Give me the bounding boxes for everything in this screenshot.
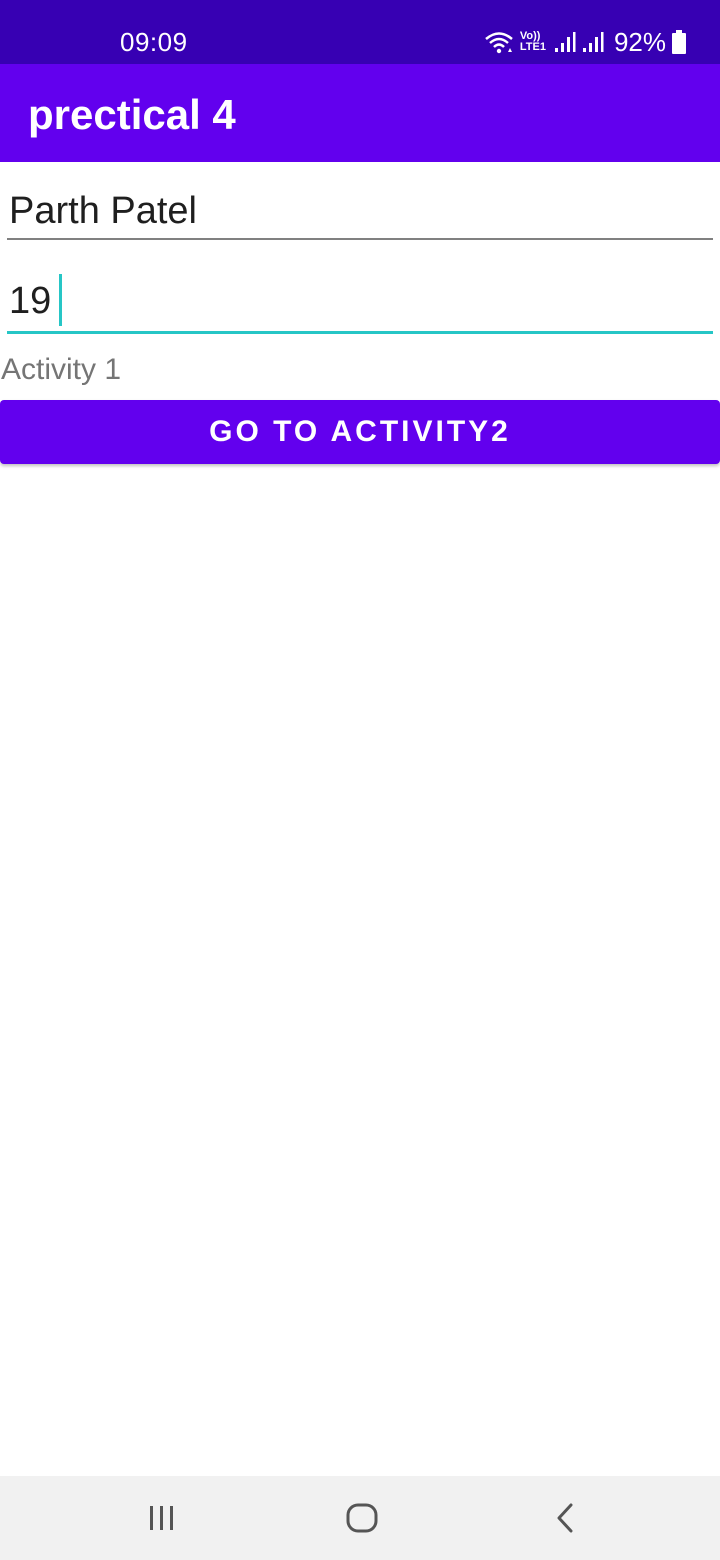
- volte-bottom-text: LTE1: [519, 41, 546, 53]
- navigation-bar: [0, 1476, 720, 1560]
- name-input[interactable]: [7, 184, 713, 240]
- screen: 09:09 Vo)) LTE1 92% prectical 4 Parth Pa…: [0, 0, 720, 1560]
- signal-icon: [554, 31, 576, 53]
- age-input[interactable]: [7, 276, 715, 326]
- home-icon[interactable]: [337, 1494, 387, 1542]
- status-bar: 09:09 Vo)) LTE1 92%: [0, 0, 720, 64]
- back-icon[interactable]: [540, 1494, 590, 1542]
- age-field[interactable]: [7, 268, 715, 334]
- battery-percent: 92%: [613, 27, 666, 57]
- battery-icon: [672, 30, 686, 54]
- signal-icon: [582, 31, 604, 53]
- recents-icon[interactable]: [137, 1494, 187, 1542]
- app-title: prectical 4: [28, 91, 236, 138]
- go-to-activity2-button[interactable]: GO TO ACTIVITY2: [0, 400, 720, 464]
- wifi-icon: [484, 30, 514, 54]
- volte-indicator: Vo)) LTE1: [520, 31, 546, 53]
- status-time: 09:09: [120, 27, 188, 57]
- activity-label: Activity 1: [1, 353, 122, 386]
- status-icons: Vo)) LTE1 92%: [484, 26, 686, 58]
- app-bar: prectical 4: [0, 64, 720, 162]
- text-cursor: [59, 274, 62, 326]
